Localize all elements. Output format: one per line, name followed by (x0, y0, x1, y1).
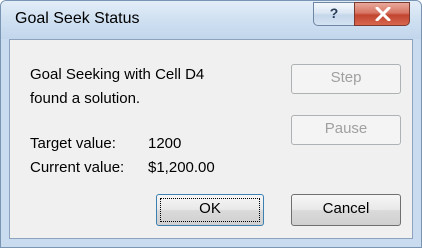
close-button[interactable] (354, 2, 410, 26)
target-value: 1200 (148, 135, 182, 152)
current-value: $1,200.00 (148, 159, 215, 176)
help-button[interactable]: ? (313, 2, 355, 26)
ok-button[interactable]: OK (156, 194, 264, 226)
target-value-label: Target value: (30, 135, 116, 152)
pause-button-label: Pause (324, 120, 368, 137)
question-mark-icon: ? (329, 5, 339, 21)
dialog-body: Goal Seeking with Cell D4 found a soluti… (9, 39, 413, 239)
title-bar[interactable]: Goal Seek Status ? (1, 1, 421, 39)
message-line-1: Goal Seeking with Cell D4 (30, 66, 205, 83)
ok-button-label: OK (199, 200, 221, 217)
close-x-icon (375, 7, 391, 21)
step-button[interactable]: Step (291, 64, 401, 94)
current-value-label: Current value: (30, 159, 125, 176)
goal-seek-status-dialog: Goal Seek Status ? Goal Seeking with Cel… (0, 0, 422, 248)
cancel-button[interactable]: Cancel (291, 194, 401, 226)
dialog-title: Goal Seek Status (15, 10, 140, 27)
step-button-label: Step (330, 69, 362, 86)
message-line-2: found a solution. (30, 90, 141, 107)
cancel-button-label: Cancel (322, 200, 370, 217)
pause-button[interactable]: Pause (291, 115, 401, 145)
